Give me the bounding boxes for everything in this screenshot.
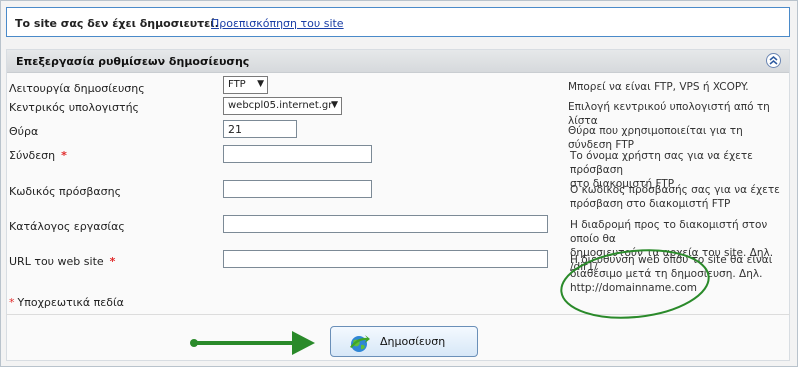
required-note-text: Υποχρεωτικά πεδία xyxy=(17,296,124,309)
password-hint-line2: πρόσβαση στο διακομιστή FTP xyxy=(570,198,731,210)
publish-settings-window: Το site σας δεν έχει δημοσιευτεί. Προεπι… xyxy=(0,0,798,367)
url-input[interactable] xyxy=(223,250,548,268)
password-hint: Ο κωδικός πρόσβασής σας για να έχετε πρόσ… xyxy=(570,183,780,211)
port-hint: Θύρα που χρησιμοποιείται για τη σύνδεση … xyxy=(568,125,743,151)
login-required-mark: * xyxy=(61,149,67,162)
globe-arrow-icon xyxy=(350,335,370,352)
login-label-text: Σύνδεση xyxy=(9,149,56,162)
host-value: webcpl05.internet.gr xyxy=(228,100,333,111)
dropdown-arrow-icon: ▼ xyxy=(257,79,264,89)
url-label-text: URL του web site xyxy=(9,255,104,268)
host-label: Κεντρικός υπολογιστής xyxy=(9,101,140,114)
port-label: Θύρα xyxy=(9,125,39,138)
mode-hint: Μπορεί να είναι FTP, VPS ή XCOPY. xyxy=(568,81,749,93)
login-hint-line1: Το όνομα χρήστη σας για να έχετε πρόσβασ… xyxy=(570,150,753,176)
dropdown-arrow-icon: ▼ xyxy=(331,100,338,110)
password-input[interactable] xyxy=(223,180,372,198)
panel-header: Επεξεργασία ρυθμίσεων δημοσίευσης xyxy=(7,50,789,73)
url-required-mark: * xyxy=(109,255,116,268)
login-label: Σύνδεση * xyxy=(9,149,67,162)
mode-label: Λειτουργία δημοσίευσης xyxy=(9,82,145,95)
publish-mode-value: FTP xyxy=(228,79,246,90)
directory-hint-line1: Η διαδρομή προς το διακομιστή στον οποίο… xyxy=(570,219,768,245)
panel-title: Επεξεργασία ρυθμίσεων δημοσίευσης xyxy=(16,55,250,68)
collapse-button[interactable] xyxy=(766,53,781,68)
directory-input[interactable] xyxy=(223,215,548,233)
preview-site-link[interactable]: Προεπισκόπηση του site xyxy=(211,17,344,30)
green-ellipse-annotation xyxy=(560,249,710,319)
required-fields-note: * Υποχρεωτικά πεδία xyxy=(9,296,124,309)
login-input[interactable] xyxy=(223,145,372,163)
unpublished-notice: Το site σας δεν έχει δημοσιευτεί. Προεπι… xyxy=(6,7,790,37)
double-chevron-up-icon xyxy=(769,56,778,65)
password-label: Κωδικός πρόσβασης xyxy=(9,185,122,198)
publish-mode-select[interactable]: FTP ▼ xyxy=(223,76,268,94)
host-select[interactable]: webcpl05.internet.gr ▼ xyxy=(223,97,342,115)
port-input[interactable]: 21 xyxy=(223,120,297,138)
url-label: URL του web site * xyxy=(9,255,115,268)
publish-button[interactable]: Δημοσίευση xyxy=(330,326,478,357)
required-note-star: * xyxy=(9,296,15,309)
publish-button-label: Δημοσίευση xyxy=(380,335,446,348)
password-hint-line1: Ο κωδικός πρόσβασής σας για να έχετε xyxy=(570,184,780,196)
unpublished-message: Το site σας δεν έχει δημοσιευτεί. xyxy=(15,17,219,30)
directory-label: Κατάλογος εργασίας xyxy=(9,220,125,233)
green-arrow-annotation xyxy=(190,331,315,355)
